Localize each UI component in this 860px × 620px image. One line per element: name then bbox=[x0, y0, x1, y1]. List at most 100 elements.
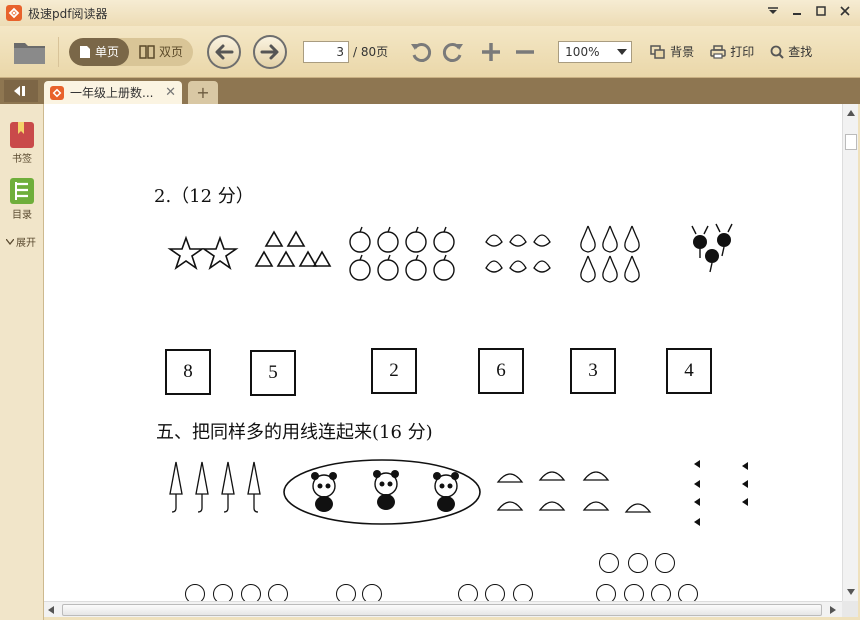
arrow-back-icon bbox=[14, 86, 25, 96]
stars-group bbox=[167, 235, 239, 271]
close-button[interactable] bbox=[838, 4, 852, 18]
toc-label: 目录 bbox=[12, 210, 32, 221]
answer-circle bbox=[651, 584, 671, 601]
pandas-group bbox=[311, 470, 459, 512]
answer-circle bbox=[241, 584, 261, 601]
window-title: 极速pdf阅读器 bbox=[28, 6, 108, 21]
answer-circle bbox=[268, 584, 288, 601]
rotate-right-icon[interactable] bbox=[440, 39, 466, 65]
answer-circle bbox=[596, 584, 616, 601]
chevron-down-icon bbox=[6, 238, 14, 245]
search-label: 查找 bbox=[788, 45, 813, 59]
matching-pictures-row bbox=[169, 459, 748, 526]
menu-dropdown-icon[interactable] bbox=[766, 4, 780, 18]
chevron-down-icon bbox=[617, 48, 628, 55]
panda-ellipse bbox=[283, 459, 481, 525]
number-box: 2 bbox=[371, 348, 417, 394]
open-folder-icon[interactable] bbox=[12, 37, 48, 67]
number-box: 5 bbox=[250, 350, 296, 396]
maximize-button[interactable] bbox=[814, 4, 828, 18]
number-box: 8 bbox=[165, 349, 211, 395]
scroll-down-icon bbox=[847, 589, 855, 595]
rotate-left-icon[interactable] bbox=[408, 39, 434, 65]
apples-group bbox=[349, 226, 455, 281]
horizontal-scrollbar[interactable] bbox=[44, 601, 842, 617]
bookmark-icon bbox=[10, 122, 34, 148]
pdf-file-icon bbox=[50, 85, 64, 100]
zoom-in-icon[interactable] bbox=[478, 39, 504, 65]
double-page-button[interactable]: 双页 bbox=[129, 38, 193, 66]
arrow-right-icon bbox=[260, 44, 279, 59]
scroll-right-icon bbox=[830, 606, 836, 614]
collapse-sidebar-button[interactable] bbox=[4, 80, 38, 102]
answer-circle bbox=[678, 584, 698, 601]
single-page-label: 单页 bbox=[95, 45, 120, 59]
bookmark-label: 书签 bbox=[12, 154, 32, 165]
number-box: 3 bbox=[570, 348, 616, 394]
background-button[interactable]: 背景 bbox=[650, 43, 694, 60]
answer-circle bbox=[362, 584, 382, 601]
picture-groups-row bbox=[167, 223, 733, 283]
document-tab[interactable]: 一年级上册数... ✕ bbox=[44, 81, 182, 104]
search-button[interactable]: 查找 bbox=[770, 43, 812, 60]
triangles-group bbox=[254, 230, 332, 267]
new-tab-button[interactable]: + bbox=[188, 81, 218, 104]
answer-circle bbox=[655, 553, 675, 573]
tab-label: 一年级上册数... bbox=[70, 86, 154, 100]
fish-group bbox=[674, 460, 748, 526]
expand-sidebar-button[interactable]: 展开 bbox=[6, 234, 36, 249]
print-label: 打印 bbox=[730, 45, 755, 59]
arrow-left-icon bbox=[215, 44, 234, 59]
expand-label: 展开 bbox=[16, 238, 36, 249]
number-box: 6 bbox=[478, 348, 524, 394]
page-number-input[interactable]: 3 bbox=[303, 40, 350, 63]
double-page-icon bbox=[139, 44, 155, 59]
view-mode-toggle: 单页 双页 bbox=[69, 37, 194, 66]
scroll-up-icon bbox=[847, 110, 855, 116]
title-bar: 极速pdf阅读器 bbox=[0, 0, 860, 26]
toc-icon bbox=[10, 178, 34, 204]
number-box: 4 bbox=[666, 348, 712, 394]
vertical-scroll-thumb[interactable] bbox=[845, 134, 857, 150]
answer-circle bbox=[628, 553, 648, 573]
answer-circle bbox=[458, 584, 478, 601]
section-5-heading: 五、把同样多的用线连起来(16 分) bbox=[156, 422, 433, 443]
app-window: 极速pdf阅读器 单页 双页 3 / 80页 100% 背景 打印 查找 一年级… bbox=[0, 0, 860, 620]
document-view: 2.（12 分） 8 5 2 6 3 4 五、把同样多的用线连起来(16 分) bbox=[44, 104, 842, 601]
app-logo-icon bbox=[6, 5, 22, 21]
zoom-select[interactable]: 100% bbox=[558, 40, 633, 63]
bookmark-button[interactable]: 书签 bbox=[0, 120, 44, 165]
answer-circle bbox=[599, 553, 619, 573]
tab-close-icon[interactable]: ✕ bbox=[165, 85, 176, 100]
vertical-scrollbar[interactable] bbox=[842, 104, 858, 601]
question-2-heading: 2.（12 分） bbox=[154, 186, 254, 207]
single-page-icon bbox=[80, 45, 90, 58]
mushrooms-group bbox=[496, 471, 652, 513]
print-button[interactable]: 打印 bbox=[710, 43, 754, 60]
answer-circle bbox=[624, 584, 644, 601]
peaches-group bbox=[485, 234, 551, 273]
umbrellas-group bbox=[169, 461, 261, 513]
tab-bar: 一年级上册数... ✕ + bbox=[0, 78, 860, 104]
toolbar-divider bbox=[58, 36, 59, 67]
scrollbar-corner bbox=[842, 601, 858, 617]
pears-group bbox=[580, 225, 640, 283]
single-page-button[interactable]: 单页 bbox=[69, 37, 130, 66]
page-total: / 80页 bbox=[353, 45, 389, 59]
answer-circle bbox=[336, 584, 356, 601]
search-icon bbox=[770, 45, 784, 59]
printer-icon bbox=[710, 44, 726, 59]
horizontal-scroll-thumb[interactable] bbox=[62, 604, 822, 616]
answer-circle bbox=[185, 584, 205, 601]
minimize-button[interactable] bbox=[790, 4, 804, 18]
answer-circle bbox=[213, 584, 233, 601]
zoom-value: 100% bbox=[565, 44, 600, 59]
previous-page-button[interactable] bbox=[207, 34, 242, 69]
left-sidebar: 书签 目录 展开 bbox=[0, 104, 44, 620]
radishes-group bbox=[691, 223, 733, 273]
toc-button[interactable]: 目录 bbox=[0, 176, 44, 221]
zoom-out-icon[interactable] bbox=[512, 39, 538, 65]
next-page-button[interactable] bbox=[253, 34, 288, 69]
background-icon bbox=[650, 44, 665, 59]
answer-circle bbox=[485, 584, 505, 601]
